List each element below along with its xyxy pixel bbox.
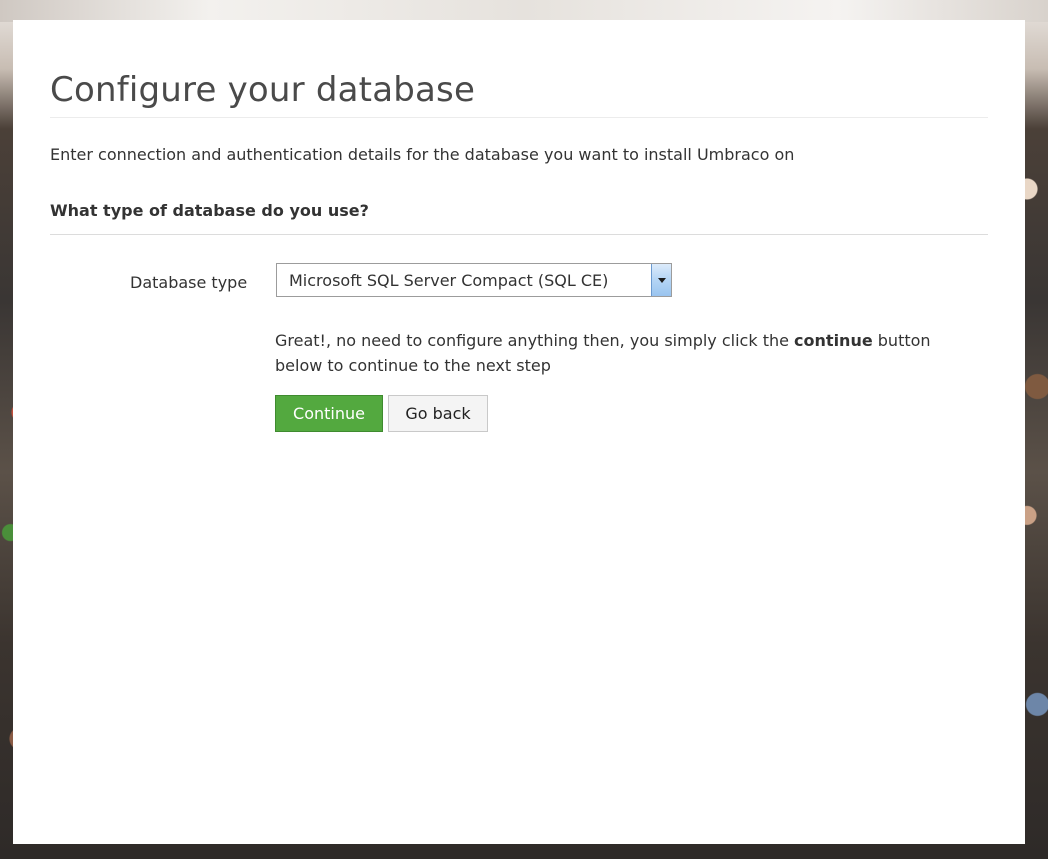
database-type-label: Database type [130, 273, 248, 292]
background-photo [0, 0, 1048, 22]
installer-panel: Configure your database Enter connection… [13, 20, 1025, 844]
section-heading: What type of database do you use? [50, 201, 369, 220]
note-emphasis: continue [794, 331, 873, 350]
chevron-down-icon[interactable] [651, 264, 671, 296]
database-type-select[interactable]: Microsoft SQL Server Compact (SQL CE) [276, 263, 672, 297]
database-type-value: Microsoft SQL Server Compact (SQL CE) [289, 271, 609, 290]
note-text: Great!, no need to configure anything th… [275, 331, 795, 350]
section-divider [50, 234, 988, 235]
page-title: Configure your database [50, 70, 476, 110]
intro-text: Enter connection and authentication deta… [50, 145, 795, 164]
go-back-button[interactable]: Go back [388, 395, 488, 432]
continue-button[interactable]: Continue [275, 395, 383, 432]
configuration-note: Great!, no need to configure anything th… [275, 328, 975, 378]
title-divider [50, 117, 988, 118]
